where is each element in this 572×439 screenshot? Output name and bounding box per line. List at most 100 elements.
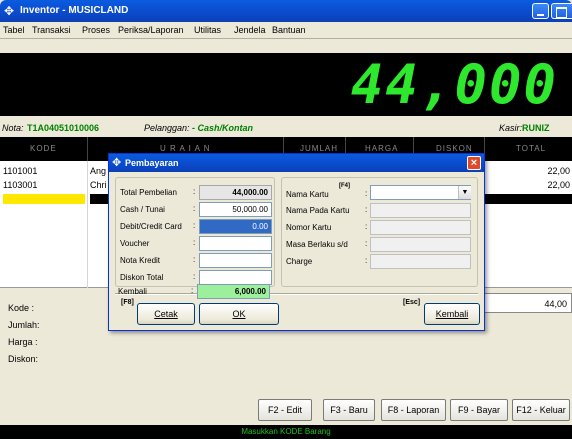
- kasir-label: Kasir:: [499, 123, 523, 133]
- display-amount: 44,000: [350, 53, 558, 116]
- minimize-button[interactable]: [532, 3, 549, 19]
- status-bar: Masukkan KODE Barang: [0, 425, 572, 439]
- nota-kredit-field[interactable]: [199, 253, 272, 268]
- debit-credit-label: Debit/Credit Card: [120, 222, 182, 231]
- selected-row-marker: [484, 194, 572, 204]
- current-input-row[interactable]: [3, 194, 85, 204]
- menu-item-utilitas[interactable]: Utilitas: [194, 25, 221, 35]
- selected-row-marker: [90, 194, 110, 204]
- diskon-label: Diskon:: [8, 354, 39, 364]
- masa-berlaku-field[interactable]: [370, 237, 471, 252]
- menu-bar: Tabel Transaksi Proses Periksa/Laporan U…: [0, 22, 572, 38]
- nama-kartu-label: Nama Kartu: [286, 190, 329, 199]
- dialog-title: Pembayaran: [125, 158, 179, 168]
- dialog-title-bar: ✥ Pembayaran ×: [109, 154, 484, 172]
- ok-button-label: OK: [232, 309, 246, 319]
- nomor-kartu-label: Nomor Kartu: [286, 223, 332, 232]
- ok-button[interactable]: OK: [199, 303, 279, 325]
- grid-cell-total[interactable]: 22,00: [547, 180, 570, 190]
- grid-cell-uraian[interactable]: Chri: [90, 180, 107, 190]
- grid-cell-uraian[interactable]: Ang: [90, 166, 106, 176]
- colon: :: [365, 222, 368, 231]
- nama-kartu-row: Nama Kartu [F4] : ▼: [286, 183, 475, 200]
- menu-item-bantuan[interactable]: Bantuan: [272, 25, 306, 35]
- kode-label: Kode :: [8, 303, 35, 313]
- grid-cell-total[interactable]: 22,00: [547, 166, 570, 176]
- nama-pada-kartu-field[interactable]: [370, 203, 471, 218]
- charge-row: Charge :: [286, 254, 475, 269]
- menu-item-transaksi[interactable]: Transaksi: [32, 25, 71, 35]
- cash-field[interactable]: 50,000.00: [199, 202, 272, 217]
- window-title: Inventor - MUSICLAND: [20, 5, 129, 16]
- nama-kartu-select[interactable]: [370, 185, 471, 200]
- colon: :: [365, 205, 368, 214]
- colon: :: [193, 187, 196, 196]
- dialog-body: Total Pembelian : 44,000.00 Cash / Tunai…: [113, 175, 482, 328]
- column-header-harga: HARGA: [365, 144, 399, 153]
- kasir-value: RUNIZ: [522, 123, 550, 133]
- edit-button[interactable]: F2 - Edit: [258, 399, 312, 421]
- menu-item-periksa-laporan[interactable]: Periksa/Laporan: [118, 25, 184, 35]
- grand-total-box: 44,00: [484, 293, 572, 313]
- harga-label: Harga :: [8, 337, 38, 347]
- colon: :: [365, 256, 368, 265]
- colon: :: [365, 189, 368, 198]
- maximize-button[interactable]: [551, 3, 572, 19]
- nota-kredit-row: Nota Kredit :: [120, 253, 272, 268]
- colon: :: [193, 221, 196, 230]
- dialog-app-icon: ✥: [112, 157, 122, 169]
- column-header-jumlah: JUMLAH: [300, 144, 339, 153]
- grid-cell-kode[interactable]: 1101001: [3, 166, 37, 176]
- nota-value: T1A04051010006: [27, 123, 100, 133]
- back-button[interactable]: Kembali: [424, 303, 480, 325]
- cash-row: Cash / Tunai : 50,000.00: [120, 202, 272, 217]
- menu-item-proses[interactable]: Proses: [82, 25, 110, 35]
- report-button[interactable]: F8 - Laporan: [381, 399, 446, 421]
- chevron-down-icon[interactable]: ▼: [458, 186, 471, 199]
- total-pembelian-row: Total Pembelian : 44,000.00: [120, 185, 272, 200]
- kembali-field-row: Kembali : 6,000.00: [118, 284, 274, 299]
- pelanggan-label: Pelanggan:: [144, 123, 190, 133]
- menu-item-jendela[interactable]: Jendela: [234, 25, 266, 35]
- toolbar-area: [0, 39, 572, 53]
- colon: :: [193, 255, 196, 264]
- nomor-kartu-row: Nomor Kartu :: [286, 220, 475, 235]
- payment-dialog: ✥ Pembayaran × Total Pembelian : 44,000.…: [108, 153, 485, 331]
- total-pembelian-label: Total Pembelian: [120, 188, 177, 197]
- masa-berlaku-row: Masa Berlaku s/d :: [286, 237, 475, 252]
- print-button-label: Cetak: [154, 309, 178, 319]
- kembali-shortcut: [Esc]: [403, 299, 421, 306]
- jumlah-label: Jumlah:: [8, 320, 40, 330]
- nota-kredit-label: Nota Kredit: [120, 256, 161, 265]
- column-divider: [87, 137, 88, 161]
- charge-field[interactable]: [370, 254, 471, 269]
- print-button[interactable]: Cetak: [137, 303, 195, 325]
- nama-pada-kartu-row: Nama Pada Kartu :: [286, 203, 475, 218]
- voucher-label: Voucher: [120, 239, 150, 248]
- grid-cell-kode[interactable]: 1103001: [3, 180, 37, 190]
- pay-button[interactable]: F9 - Bayar: [450, 399, 508, 421]
- voucher-field[interactable]: [199, 236, 272, 251]
- kembali-row: [119, 270, 271, 285]
- charge-label: Charge: [286, 257, 313, 266]
- menu-item-tabel[interactable]: Tabel: [3, 25, 25, 35]
- nomor-kartu-field[interactable]: [370, 220, 471, 235]
- nota-label: Nota:: [2, 123, 24, 133]
- cetak-shortcut: [F8]: [121, 299, 134, 306]
- close-icon[interactable]: ×: [467, 156, 481, 170]
- pelanggan-value: - Cash/Kontan: [192, 123, 254, 133]
- exit-button[interactable]: F12 - Keluar: [512, 399, 570, 421]
- masa-berlaku-label: Masa Berlaku s/d: [286, 240, 348, 249]
- column-header-diskon: DISKON: [436, 144, 473, 153]
- debit-credit-field[interactable]: 0.00: [199, 219, 272, 234]
- grid-line: [87, 161, 88, 288]
- colon: :: [191, 286, 194, 295]
- total-pembelian-field: 44,000.00: [199, 185, 272, 200]
- title-bar: ✥ Inventor - MUSICLAND: [0, 0, 572, 22]
- column-header-total: TOTAL: [516, 144, 547, 153]
- debit-credit-row: Debit/Credit Card : 0.00: [120, 219, 272, 234]
- back-button-label: Kembali: [435, 309, 469, 319]
- new-button[interactable]: F3 - Baru: [323, 399, 375, 421]
- voucher-row: Voucher :: [120, 236, 272, 251]
- nama-kartu-shortcut: [F4]: [339, 183, 350, 189]
